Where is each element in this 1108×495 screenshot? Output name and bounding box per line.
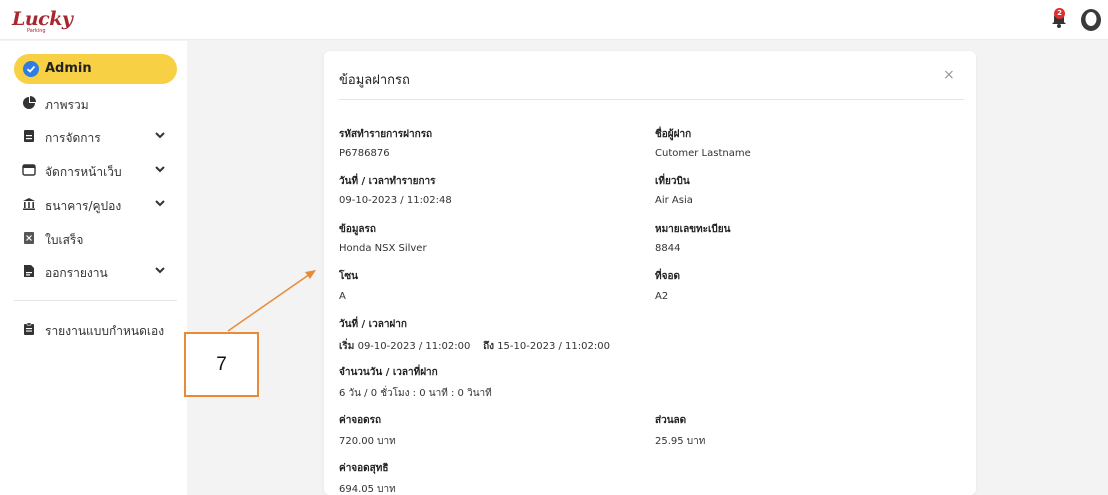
depositor-value: Cutomer Lastname bbox=[655, 148, 751, 159]
net-fee-label: ค่าจอดสุทธิ bbox=[339, 463, 389, 474]
sidebar-item-label: รายงานแบบกำหนดเอง bbox=[45, 324, 165, 338]
zone-value: A bbox=[339, 291, 346, 302]
slot-label: ที่จอด bbox=[655, 271, 680, 282]
flight-value: Air Asia bbox=[655, 195, 693, 206]
sidebar-item-web-management[interactable]: จัดการหน้าเว็บ bbox=[14, 158, 177, 184]
sidebar-item-custom-report[interactable]: รายงานแบบกำหนดเอง bbox=[14, 317, 177, 343]
chevron-down-icon bbox=[155, 200, 165, 207]
report-file-icon bbox=[24, 265, 34, 277]
sidebar-divider bbox=[14, 300, 177, 301]
clipboard-icon bbox=[24, 322, 34, 335]
net-fee-value: 694.05 บาท bbox=[339, 484, 396, 495]
sidebar-item-reports[interactable]: ออกรายงาน bbox=[14, 259, 177, 285]
car-info-value: Honda NSX Silver bbox=[339, 243, 427, 254]
pie-chart-icon bbox=[23, 96, 36, 109]
top-bar: Lucky Parking 2 bbox=[0, 0, 1108, 40]
end-value: 15-10-2023 / 11:02:00 bbox=[497, 341, 610, 352]
sidebar-item-label: ใบเสร็จ bbox=[45, 233, 84, 247]
notification-badge: 2 bbox=[1054, 8, 1065, 19]
user-avatar-icon[interactable] bbox=[1079, 8, 1103, 32]
datetime-value: 09-10-2023 / 11:02:48 bbox=[339, 195, 452, 206]
start-value: 09-10-2023 / 11:02:00 bbox=[357, 341, 471, 352]
annotation-number: 7 bbox=[216, 354, 227, 375]
sidebar-item-label: จัดการหน้าเว็บ bbox=[45, 165, 122, 179]
close-icon[interactable]: × bbox=[943, 67, 955, 83]
start-label: เริ่ม bbox=[339, 341, 355, 352]
plate-label: หมายเลขทะเบียน bbox=[655, 224, 731, 235]
sidebar-item-label: ภาพรวม bbox=[45, 98, 89, 112]
parking-fee-label: ค่าจอดรถ bbox=[339, 415, 382, 426]
datetime-label: วันที่ / เวลาทำรายการ bbox=[339, 176, 436, 187]
depositor-label: ชื่อผู้ฝาก bbox=[655, 129, 692, 140]
sidebar-item-label: ธนาคาร/คูปอง bbox=[45, 199, 122, 213]
transaction-code-value: P6786876 bbox=[339, 148, 390, 159]
modal-title: ข้อมูลฝากรถ bbox=[339, 73, 410, 88]
car-info-label: ข้อมูลรถ bbox=[339, 224, 376, 235]
sidebar-item-label: การจัดการ bbox=[45, 131, 101, 145]
parking-fee-value: 720.00 บาท bbox=[339, 436, 396, 447]
chevron-down-icon bbox=[155, 267, 165, 274]
bank-icon bbox=[23, 198, 35, 210]
sidebar-item-label: Admin bbox=[45, 61, 92, 76]
slot-value: A2 bbox=[655, 291, 669, 302]
sidebar-item-admin[interactable]: Admin bbox=[14, 54, 177, 84]
duration-label: จำนวนวัน / เวลาที่ฝาก bbox=[339, 367, 438, 378]
discount-label: ส่วนลด bbox=[655, 415, 687, 426]
sidebar-item-bank-coupon[interactable]: ธนาคาร/คูปอง bbox=[14, 192, 177, 218]
sidebar-item-overview[interactable]: ภาพรวม bbox=[14, 91, 177, 117]
receipt-icon bbox=[24, 232, 34, 244]
zone-label: โซน bbox=[339, 271, 358, 282]
check-circle-icon bbox=[23, 61, 39, 77]
logo-subtitle: Parking bbox=[27, 28, 46, 34]
plate-value: 8844 bbox=[655, 243, 681, 254]
discount-value: 25.95 บาท bbox=[655, 436, 706, 447]
parking-info-modal: ข้อมูลฝากรถ × รหัสทำรายการฝากรถ P6786876… bbox=[324, 51, 976, 495]
modal-divider bbox=[339, 99, 964, 100]
chevron-down-icon bbox=[155, 166, 165, 173]
deposit-period-value: เริ่ม 09-10-2023 / 11:02:00 ถึง 15-10-20… bbox=[339, 339, 610, 354]
duration-value: 6 วัน / 0 ชั่วโมง : 0 นาที : 0 วินาที bbox=[339, 388, 492, 399]
window-icon bbox=[22, 164, 36, 176]
logo[interactable]: Lucky bbox=[12, 8, 73, 30]
flight-label: เที่ยวบิน bbox=[655, 176, 690, 187]
document-icon bbox=[24, 130, 34, 142]
sidebar-item-management[interactable]: การจัดการ bbox=[14, 124, 177, 150]
sidebar: Admin ภาพรวม การจัดการ จัดการหน้าเว็บ ธน… bbox=[0, 41, 187, 495]
sidebar-item-label: ออกรายงาน bbox=[45, 266, 108, 280]
transaction-code-label: รหัสทำรายการฝากรถ bbox=[339, 129, 433, 140]
end-label: ถึง bbox=[483, 341, 494, 352]
chevron-down-icon bbox=[155, 132, 165, 139]
deposit-period-label: วันที่ / เวลาฝาก bbox=[339, 319, 407, 330]
sidebar-item-receipt[interactable]: ใบเสร็จ bbox=[14, 226, 177, 252]
annotation-callout: 7 bbox=[184, 332, 259, 397]
